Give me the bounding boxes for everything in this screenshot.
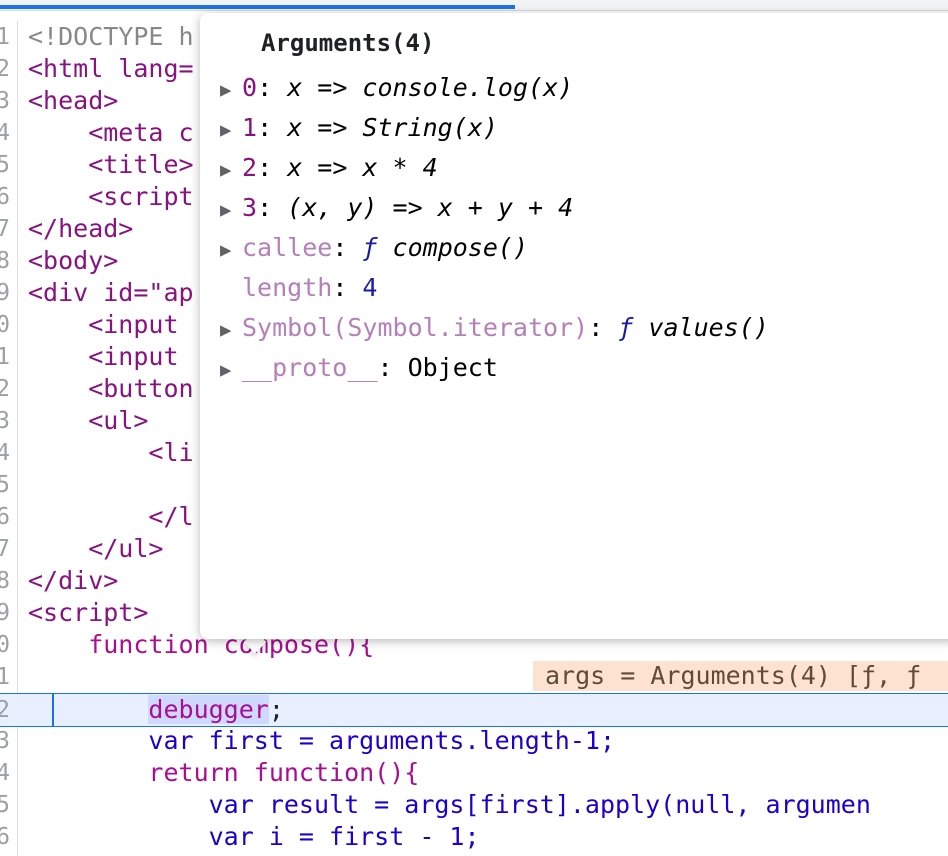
code-line[interactable]: 6 var i = first - 1; xyxy=(0,821,948,853)
code-text: <head> xyxy=(28,86,119,115)
code-text: </head> xyxy=(28,214,134,243)
line-number[interactable]: 2 xyxy=(0,373,10,405)
variable-preview-popover[interactable]: Arguments(4) ▶ 0: x => console.log(x) ▶ 1:… xyxy=(200,13,948,639)
property-key: 1 xyxy=(242,113,258,142)
code-text: </l xyxy=(28,502,194,531)
function-f-icon: ƒ xyxy=(362,233,378,262)
property-value: x => console.log(x) xyxy=(287,73,574,102)
line-number[interactable]: 1 xyxy=(0,341,10,373)
code-text: <title> xyxy=(28,150,194,179)
line-number[interactable]: 4 xyxy=(0,117,10,149)
loading-bar xyxy=(0,0,948,11)
line-number[interactable]: 4 xyxy=(0,437,10,469)
line-number[interactable]: 8 xyxy=(0,565,10,597)
code-text: return function(){ xyxy=(28,758,420,787)
property-value: values() xyxy=(648,313,769,342)
code-text: <script xyxy=(28,182,194,211)
code-text: <script> xyxy=(28,598,149,627)
property-value: Object xyxy=(407,353,498,382)
line-number[interactable]: 6 xyxy=(0,181,10,213)
code-text: <html lang= xyxy=(28,54,194,83)
property-row[interactable]: ▶ Symbol(Symbol.iterator): ƒ values() xyxy=(220,310,769,346)
line-number[interactable]: 5 xyxy=(0,789,10,821)
code-text: <input xyxy=(28,310,179,339)
function-f-icon: ƒ xyxy=(618,313,634,342)
loading-progress xyxy=(0,5,515,9)
triangle-right-icon[interactable]: ▶ xyxy=(220,192,242,228)
code-text: debugger; xyxy=(148,695,284,724)
line-number[interactable]: 3 xyxy=(0,85,10,117)
property-row[interactable]: ▶ 0: x => console.log(x) xyxy=(220,70,573,106)
code-text: </div> xyxy=(28,566,119,595)
triangle-right-icon[interactable]: ▶ xyxy=(220,112,242,148)
triangle-right-icon[interactable]: ▶ xyxy=(220,72,242,108)
code-text: <!DOCTYPE h xyxy=(28,22,194,51)
line-number[interactable]: 2 xyxy=(0,53,10,85)
property-key: callee xyxy=(242,233,333,262)
property-row[interactable]: ▶ callee: ƒ compose() xyxy=(220,230,528,266)
property-key: 0 xyxy=(242,73,258,102)
line-number[interactable]: 9 xyxy=(0,597,10,629)
line-number[interactable]: 0 xyxy=(0,629,10,661)
line-number[interactable]: 9 xyxy=(0,277,10,309)
property-value: x => x * 4 xyxy=(287,153,438,182)
debugger-token: debugger xyxy=(148,695,269,724)
line-number[interactable]: 3 xyxy=(0,405,10,437)
line-number[interactable]: 8 xyxy=(0,245,10,277)
code-line[interactable]: 5 var result = args[first].apply(null, a… xyxy=(0,789,948,821)
line-number[interactable]: 2 xyxy=(0,694,10,726)
property-key: 2 xyxy=(242,153,258,182)
line-number[interactable]: 7 xyxy=(0,533,10,565)
property-key: 3 xyxy=(242,193,258,222)
triangle-right-icon[interactable]: ▶ xyxy=(220,312,242,348)
line-number[interactable]: 1 xyxy=(0,21,10,53)
triangle-right-icon[interactable]: ▶ xyxy=(220,352,242,388)
property-row[interactable]: ▶ 1: x => String(x) xyxy=(220,110,498,146)
popover-title: Arguments(4) xyxy=(261,29,435,57)
property-value: 4 xyxy=(362,273,378,302)
line-number[interactable]: 3 xyxy=(0,725,10,757)
line-number[interactable]: 5 xyxy=(0,469,10,501)
property-row[interactable]: length: 4 xyxy=(220,270,377,306)
triangle-right-icon[interactable]: ▶ xyxy=(220,152,242,188)
property-value: x => String(x) xyxy=(287,113,498,142)
property-value: (x, y) => x + y + 4 xyxy=(287,193,574,222)
line-number[interactable]: 1 xyxy=(0,661,10,693)
property-row[interactable]: ▶ __proto__: Object xyxy=(220,350,498,386)
code-text: <meta c xyxy=(28,118,194,147)
code-text: <body> xyxy=(28,246,119,275)
code-text: </ul> xyxy=(28,534,164,563)
property-key: Symbol(Symbol.iterator) xyxy=(242,313,589,342)
code-text: <input xyxy=(28,342,179,371)
property-row[interactable]: ▶ 3: (x, y) => x + y + 4 xyxy=(220,190,573,226)
property-row[interactable]: ▶ 2: x => x * 4 xyxy=(220,150,438,186)
line-number[interactable]: 6 xyxy=(0,501,10,533)
property-value: compose() xyxy=(392,233,529,262)
code-line-paused[interactable]: 2 debugger; xyxy=(0,693,948,727)
code-line[interactable]: 1 var args = arguments; args = Arguments… xyxy=(0,661,948,724)
line-number[interactable]: 4 xyxy=(0,757,10,789)
code-text: <ul> xyxy=(28,406,149,435)
line-number[interactable]: 0 xyxy=(0,309,10,341)
code-text: var i = first - 1; xyxy=(28,822,480,851)
code-line[interactable]: 3 var first = arguments.length-1; xyxy=(0,725,948,757)
line-number[interactable]: 6 xyxy=(0,821,10,853)
triangle-right-icon[interactable]: ▶ xyxy=(220,232,242,268)
property-key: length xyxy=(242,273,333,302)
inline-value-badge: args = Arguments(4) [ƒ, ƒ xyxy=(533,661,948,691)
line-number[interactable]: 5 xyxy=(0,149,10,181)
property-key: __proto__ xyxy=(242,353,378,382)
code-text: var first = arguments.length-1; xyxy=(28,726,615,755)
code-text: <div id="ap xyxy=(28,278,194,307)
code-line[interactable]: 4 return function(){ xyxy=(0,757,948,789)
code-text: var result = args[first].apply(null, arg… xyxy=(28,790,871,819)
line-number[interactable]: 7 xyxy=(0,213,10,245)
code-text: <li xyxy=(28,438,194,467)
code-text: <button xyxy=(28,374,194,403)
